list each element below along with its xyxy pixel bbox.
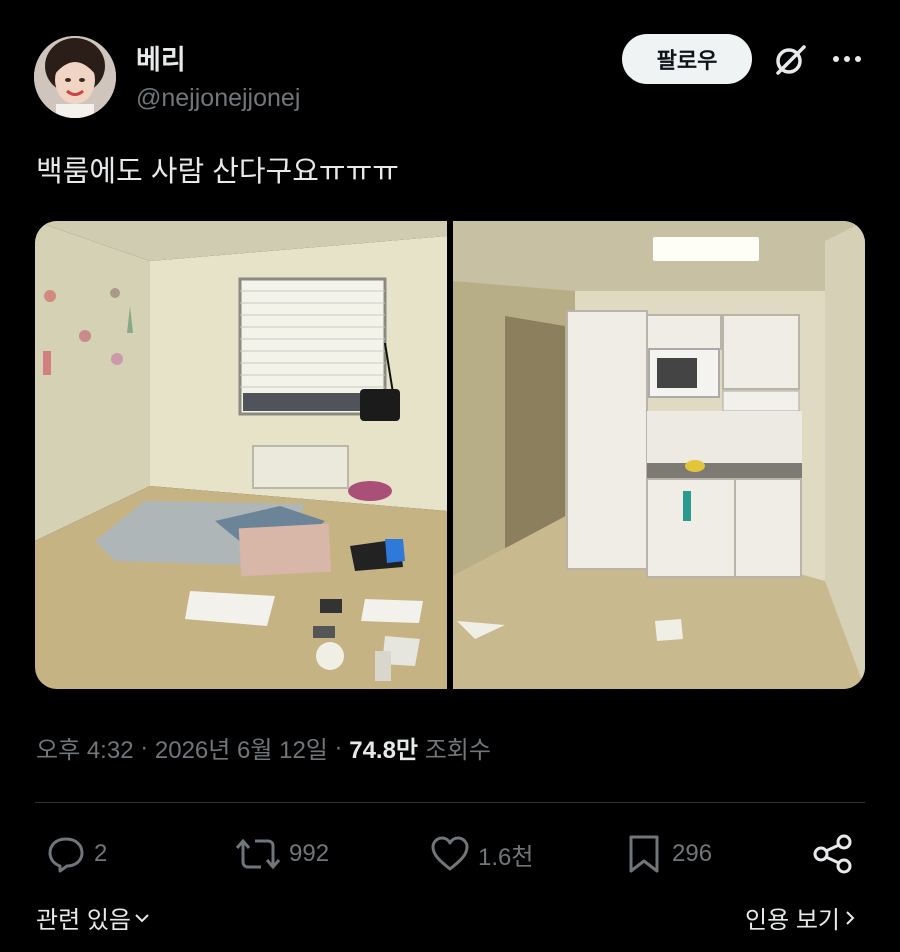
meta-space [418, 734, 425, 762]
view-quotes-label: 인용 보기 [745, 907, 840, 934]
reply-icon [48, 837, 84, 873]
meta-separator: · [133, 733, 155, 761]
author-name[interactable]: 베리 [136, 38, 186, 77]
bookmark-icon [629, 835, 659, 873]
tweet-text: 백룸에도 사람 산다구요ㅠㅠㅠ [36, 156, 399, 188]
chevron-right-icon [846, 910, 855, 925]
repost-button[interactable]: 992 [235, 832, 329, 876]
share-icon [813, 834, 852, 874]
repost-icon [235, 838, 281, 870]
meta-separator: · [327, 733, 350, 761]
more-icon[interactable] [830, 46, 864, 72]
grok-icon[interactable] [772, 42, 808, 78]
bookmark-count: 296 [672, 840, 713, 867]
like-button[interactable]: 1.6천 [430, 832, 533, 876]
like-count: 1.6천 [478, 843, 534, 871]
reply-count: 2 [94, 840, 108, 867]
tweet-time[interactable]: 오후 4:32 [36, 730, 134, 765]
avatar[interactable] [34, 36, 116, 118]
chevron-down-icon [135, 913, 149, 922]
avatar-image [34, 36, 116, 118]
reply-button[interactable]: 2 [46, 832, 107, 876]
tweet-media[interactable] [35, 221, 865, 689]
repost-count: 992 [289, 840, 330, 867]
tweet-meta: 오후 4:32 · 2026년 6월 12일 · 74.8만 조회수 [36, 730, 491, 765]
bedroom-photo [35, 221, 447, 689]
author-handle[interactable]: @nejjonejjonej [136, 84, 300, 113]
room-photos[interactable] [35, 221, 865, 689]
view-quotes-button[interactable]: 인용 보기 [745, 900, 860, 935]
tweet-date[interactable]: 2026년 6월 12일 [155, 730, 328, 765]
heart-icon [431, 836, 469, 871]
follow-button[interactable]: 팔로우 [622, 34, 752, 84]
kitchen-photo [453, 221, 865, 689]
related-button[interactable]: 관련 있음 [36, 900, 153, 935]
bookmark-button[interactable]: 296 [624, 832, 712, 876]
view-count: 74.8만 [349, 737, 419, 764]
divider [35, 802, 865, 803]
view-label: 조회수 [424, 737, 491, 764]
related-label: 관련 있음 [36, 907, 131, 934]
share-button[interactable] [812, 832, 862, 876]
